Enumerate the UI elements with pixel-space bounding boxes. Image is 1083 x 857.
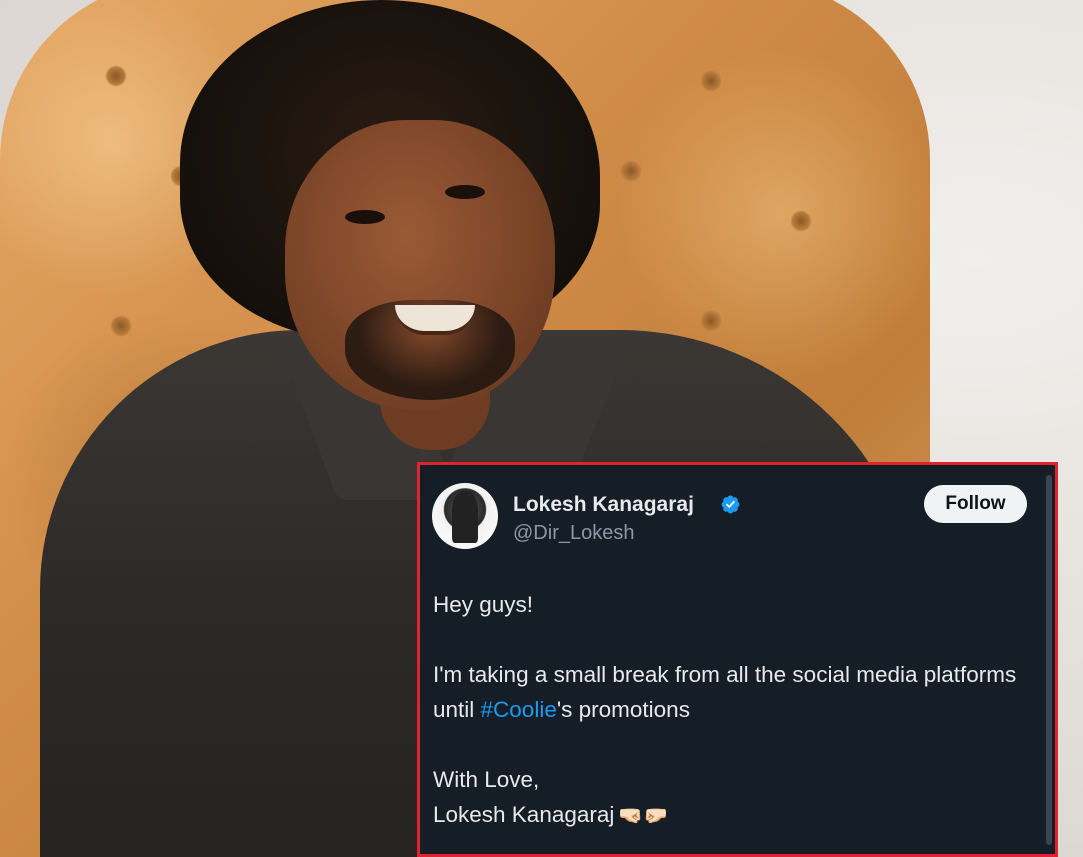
- tweet-main-text: I'm taking a small break from all the so…: [433, 657, 1025, 727]
- tweet-signature: Lokesh Kanagaraj: [433, 802, 615, 827]
- tweet-card: Lokesh Kanagaraj @Dir_Lokesh Follow Hey …: [417, 462, 1058, 857]
- follow-button[interactable]: Follow: [924, 485, 1027, 523]
- verified-badge-icon: [721, 495, 740, 514]
- avatar-figure: [452, 491, 478, 543]
- tweet-body: Hey guys! I'm taking a small break from …: [433, 587, 1025, 834]
- avatar[interactable]: [432, 483, 498, 549]
- hashtag-link[interactable]: #Coolie: [481, 697, 557, 722]
- author-handle[interactable]: @Dir_Lokesh: [513, 522, 634, 545]
- tweet-greeting: Hey guys!: [433, 592, 534, 617]
- tweet-header: Lokesh Kanagaraj @Dir_Lokesh Follow: [432, 483, 1035, 553]
- left-eye: [345, 210, 385, 224]
- tweet-signature-line: Lokesh Kanagaraj 🤜🏻🤛🏻: [433, 797, 1025, 834]
- tweet-signoff: With Love,: [433, 767, 540, 792]
- tweet-text-after-hashtag: 's promotions: [556, 697, 690, 722]
- right-eye: [445, 185, 485, 199]
- author-name[interactable]: Lokesh Kanagaraj: [513, 493, 694, 517]
- scrollbar[interactable]: [1046, 475, 1052, 845]
- fist-bump-emoji: 🤜🏻🤛🏻: [618, 804, 669, 827]
